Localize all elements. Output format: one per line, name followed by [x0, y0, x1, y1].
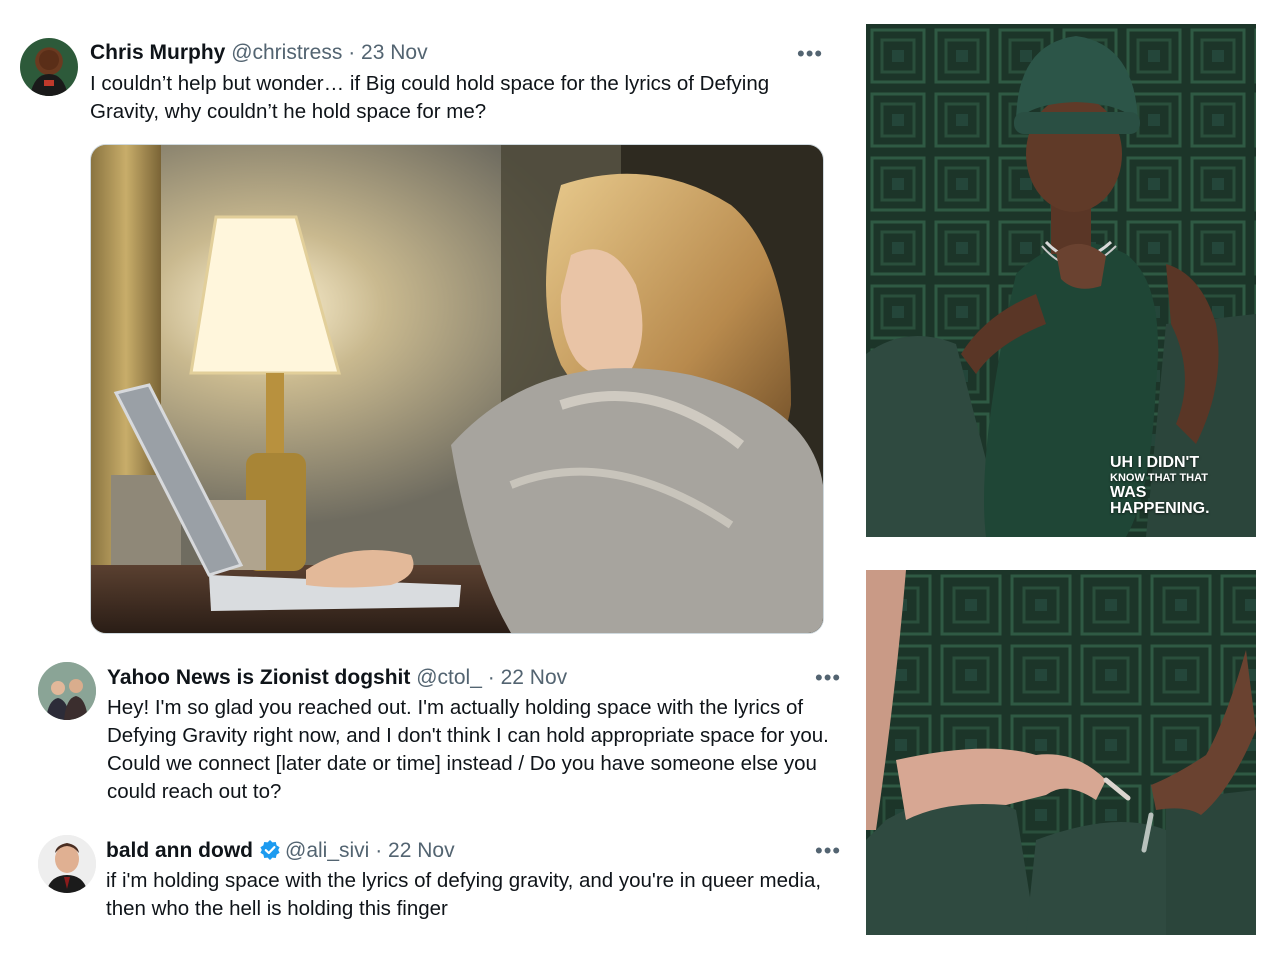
- separator: ·: [375, 839, 383, 862]
- tweet-header: Chris Murphy @christress · 23 Nov: [90, 40, 428, 66]
- tweet-header: Yahoo News is Zionist dogshit @ctol_ · 2…: [107, 665, 567, 691]
- display-name[interactable]: bald ann dowd: [106, 839, 253, 862]
- interview-still-bottom: [866, 570, 1256, 935]
- user-handle[interactable]: @ali_sivi: [285, 839, 369, 862]
- tweet-media-image[interactable]: [90, 144, 824, 634]
- avatar[interactable]: [38, 835, 96, 893]
- avatar[interactable]: [38, 662, 96, 720]
- subtitle-line: HAPPENING.: [1110, 500, 1210, 517]
- more-options-icon[interactable]: •••: [815, 667, 841, 689]
- interview-still-top: UH I DIDN'T KNOW THAT THAT WAS HAPPENING…: [866, 24, 1256, 537]
- tweet-text: if i'm holding space with the lyrics of …: [106, 869, 822, 920]
- more-options-icon[interactable]: •••: [797, 43, 823, 65]
- subtitle-line: UH I DIDN'T: [1110, 454, 1200, 471]
- tweet-text: Hey! I'm so glad you reached out. I'm ac…: [107, 696, 829, 803]
- tweet-text: I couldn’t help but wonder… if Big could…: [90, 72, 770, 123]
- hands-holding-finger-photo: [866, 570, 1256, 935]
- separator: ·: [487, 666, 495, 689]
- tweet-date[interactable]: 22 Nov: [501, 666, 568, 689]
- tweet-date[interactable]: 22 Nov: [388, 839, 455, 862]
- display-name[interactable]: Yahoo News is Zionist dogshit: [107, 666, 410, 689]
- avatar-person-icon: [30, 50, 68, 96]
- avatar-couple-icon: [38, 662, 96, 720]
- woman-at-laptop-photo: [91, 145, 823, 633]
- avatar[interactable]: [20, 38, 78, 96]
- tweet-header: bald ann dowd @ali_sivi · 22 Nov: [106, 838, 455, 864]
- separator: ·: [348, 41, 356, 64]
- display-name[interactable]: Chris Murphy: [90, 41, 225, 64]
- subtitle-line: WAS: [1110, 484, 1147, 501]
- avatar-bald-man-icon: [38, 835, 96, 893]
- user-handle[interactable]: @christress: [231, 41, 342, 64]
- verified-badge-icon: [259, 839, 281, 861]
- tweet-date[interactable]: 23 Nov: [361, 41, 428, 64]
- user-handle[interactable]: @ctol_: [416, 666, 482, 689]
- subtitle-line: KNOW THAT THAT: [1110, 472, 1208, 484]
- more-options-icon[interactable]: •••: [815, 840, 841, 862]
